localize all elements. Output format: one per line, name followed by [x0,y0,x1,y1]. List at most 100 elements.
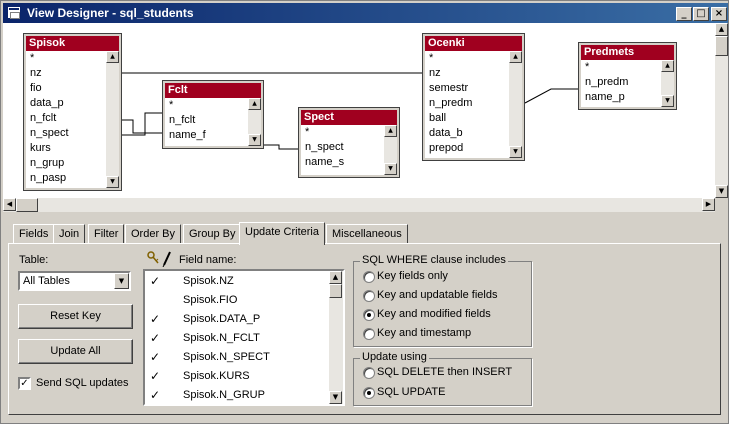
table-scrollbar[interactable]: ▲ ▼ [248,98,261,146]
list-item[interactable]: ✓ Spisok.N_GRUP [145,386,329,405]
update-all-button[interactable]: Update All [18,339,133,364]
table-title[interactable]: Spisok [26,36,119,51]
scroll-thumb[interactable] [16,198,38,212]
table-fclt[interactable]: Fclt * n_fclt name_f ▲ ▼ [162,80,264,149]
list-item[interactable]: ✓ Spisok.N_SPECT [145,348,329,367]
field-item[interactable]: * [165,98,248,113]
scroll-right-icon[interactable]: ▶ [702,198,715,211]
field-item[interactable]: prepod [425,141,509,156]
field-item[interactable]: n_grup [26,156,106,171]
field-list-scrollbar[interactable]: ▲ ▼ [329,271,343,404]
field-item[interactable]: n_predm [581,75,661,90]
close-button[interactable]: × [711,7,727,21]
updatable-check-icon[interactable]: ✓ [148,348,162,367]
field-item[interactable]: * [26,51,106,66]
list-item[interactable]: Spisok.FIO [145,291,329,310]
field-item[interactable]: data_p [26,96,106,111]
table-title[interactable]: Predmets [581,45,674,60]
field-item[interactable]: ball [425,111,509,126]
scroll-down-icon[interactable]: ▼ [248,134,261,146]
field-item[interactable]: n_pasp [26,171,106,186]
updatable-check-icon[interactable]: ✓ [148,386,162,405]
field-item[interactable]: kurs [26,141,106,156]
maximize-button[interactable]: □ [693,7,709,21]
table-scrollbar[interactable]: ▲ ▼ [661,60,674,107]
scroll-down-icon[interactable]: ▼ [384,163,397,175]
radio-delete-insert[interactable] [363,367,375,379]
field-item[interactable]: data_b [425,126,509,141]
field-item[interactable]: n_spect [301,140,384,155]
table-predmets[interactable]: Predmets * n_predm name_p ▲ ▼ [578,42,677,110]
tab-group-by[interactable]: Group By [183,224,242,244]
table-scrollbar[interactable]: ▲ ▼ [106,51,119,188]
field-item[interactable]: nz [425,66,509,81]
field-item[interactable]: name_f [165,128,248,143]
updatable-check-icon[interactable]: ✓ [148,367,162,386]
list-item[interactable]: ✓ Spisok.KURS [145,367,329,386]
field-item[interactable]: * [581,60,661,75]
scroll-down-icon[interactable]: ▼ [106,176,119,188]
field-item[interactable]: fio [26,81,106,96]
field-list[interactable]: ✓ Spisok.NZ Spisok.FIO ✓ Spisok.DATA_P ✓… [143,269,345,406]
radio-key-modified[interactable] [363,309,375,321]
minimize-button[interactable]: _ [676,7,692,21]
tab-miscellaneous[interactable]: Miscellaneous [326,224,408,244]
scroll-down-icon[interactable]: ▼ [329,391,342,404]
title-bar[interactable]: View Designer - sql_students _ □ × [3,3,728,23]
field-item[interactable]: n_spect [26,126,106,141]
field-item[interactable]: * [425,51,509,66]
field-item[interactable]: name_s [301,155,384,170]
list-item[interactable]: ✓ Spisok.DATA_P [145,310,329,329]
send-sql-label: Send SQL updates [36,377,129,389]
table-title[interactable]: Ocenki [425,36,522,51]
tab-join[interactable]: Join [53,224,86,244]
table-scrollbar[interactable]: ▲ ▼ [509,51,522,158]
scroll-up-icon[interactable]: ▲ [384,125,397,137]
tab-order-by[interactable]: Order By [125,224,182,244]
scroll-up-icon[interactable]: ▲ [248,98,261,110]
table-title[interactable]: Spect [301,110,397,125]
list-item[interactable]: ✓ Spisok.N_FCLT [145,329,329,348]
table-ocenki[interactable]: Ocenki * nz semestr n_predm ball data_b … [422,33,525,161]
field-item[interactable]: n_predm [425,96,509,111]
radio-sql-update[interactable] [363,387,375,399]
radio-key-updatable[interactable] [363,290,375,302]
scroll-up-icon[interactable]: ▲ [509,51,522,63]
updatable-check-icon[interactable]: ✓ [148,310,162,329]
scroll-left-icon[interactable]: ◀ [3,198,16,211]
field-item[interactable]: n_fclt [26,111,106,126]
field-item[interactable]: * [301,125,384,140]
scroll-down-icon[interactable]: ▼ [715,185,728,198]
table-select[interactable]: All Tables ▼ [18,271,131,291]
radio-key-timestamp[interactable] [363,328,375,340]
table-title[interactable]: Fclt [165,83,261,98]
updatable-check-icon[interactable]: ✓ [148,272,162,291]
canvas-vertical-scrollbar[interactable]: ▲ ▼ [715,23,728,198]
scroll-up-icon[interactable]: ▲ [661,60,674,72]
field-item[interactable]: name_p [581,90,661,105]
table-spisok[interactable]: Spisok * nz fio data_p n_fclt n_spect ku… [23,33,122,191]
scroll-up-icon[interactable]: ▲ [106,51,119,63]
scroll-thumb[interactable] [329,284,342,298]
tab-fields[interactable]: Fields [13,224,55,244]
chevron-down-icon[interactable]: ▼ [114,273,129,289]
scroll-up-icon[interactable]: ▲ [329,271,342,284]
table-scrollbar[interactable]: ▲ ▼ [384,125,397,175]
field-item[interactable]: nz [26,66,106,81]
tab-update-criteria[interactable]: Update Criteria [239,222,325,245]
diagram-canvas[interactable]: Spisok * nz fio data_p n_fclt n_spect ku… [3,23,715,198]
canvas-horizontal-scrollbar[interactable]: ◀ ▶ [3,198,715,212]
tab-filter[interactable]: Filter [88,224,125,244]
list-item[interactable]: ✓ Spisok.NZ [145,272,329,291]
scroll-down-icon[interactable]: ▼ [661,95,674,107]
reset-key-button[interactable]: Reset Key [18,304,133,329]
radio-key-fields-only[interactable] [363,271,375,283]
send-sql-checkbox[interactable]: ✓ [18,377,31,390]
scroll-thumb[interactable] [715,36,728,56]
updatable-check-icon[interactable]: ✓ [148,329,162,348]
scroll-down-icon[interactable]: ▼ [509,146,522,158]
field-item[interactable]: n_fclt [165,113,248,128]
scroll-up-icon[interactable]: ▲ [715,23,728,36]
table-spect[interactable]: Spect * n_spect name_s ▲ ▼ [298,107,400,178]
field-item[interactable]: semestr [425,81,509,96]
